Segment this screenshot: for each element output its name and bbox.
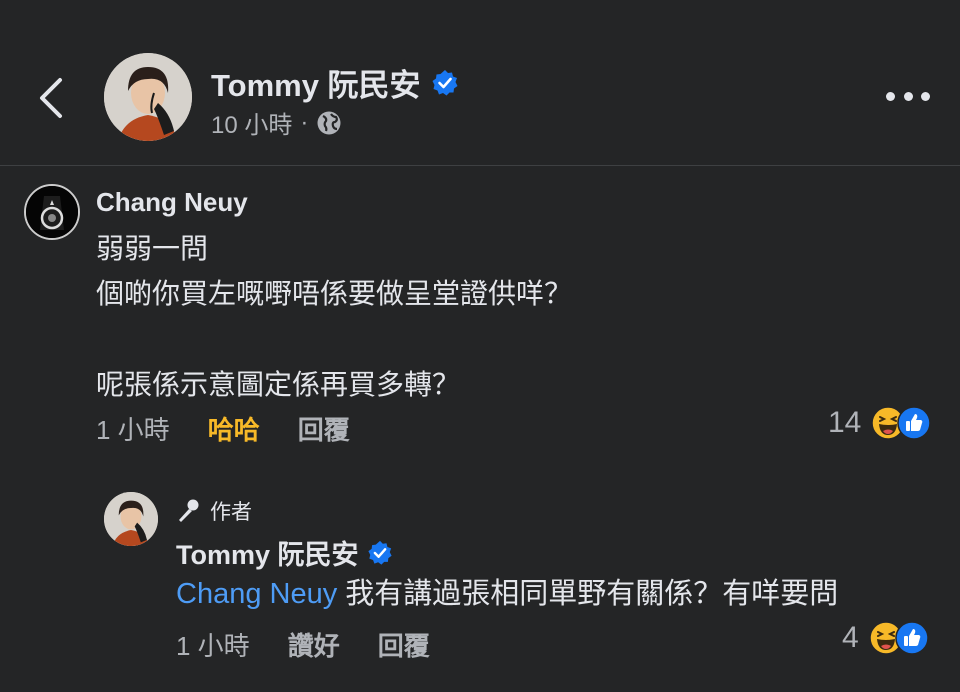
reply-text: Chang Neuy 我有講過張相同單野有關係？有咩要問 — [176, 570, 838, 612]
haha-reaction-button[interactable]: 哈哈 — [208, 410, 260, 447]
post-meta: 10 小時 · — [211, 105, 342, 140]
globe-icon — [317, 111, 341, 134]
comment-text: 弱弱一問 個啲你買左嘅嘢唔係要做呈堂證供咩？ 呢張係示意圖定係再買多轉？ — [96, 226, 572, 407]
like-icon — [894, 621, 929, 655]
commenter-name[interactable]: Chang Neuy — [96, 187, 248, 218]
reply-author-row[interactable]: Tommy 阮民安 — [176, 533, 393, 572]
author-avatar[interactable] — [104, 53, 192, 141]
chevron-left-icon — [40, 78, 62, 118]
author-name[interactable]: Tommy 阮民安 — [211, 60, 421, 105]
back-button[interactable] — [34, 74, 70, 122]
verified-badge-icon — [367, 540, 392, 565]
reply-author-name[interactable]: Tommy 阮民安 — [176, 533, 359, 572]
reply-actions: 1 小時 讚好 回覆 — [176, 626, 468, 663]
comment-line — [96, 316, 572, 362]
like-icon — [897, 406, 932, 440]
more-options-button[interactable] — [886, 92, 930, 104]
commenter-avatar[interactable] — [24, 184, 80, 240]
comment-line: 個啲你買左嘅嘢唔係要做呈堂證供咩？ — [96, 278, 573, 309]
reaction-count: 14 — [828, 406, 862, 439]
comment-line: 弱弱一問 — [96, 233, 209, 264]
author-badge: 作者 — [176, 496, 252, 526]
reply-body: 我有講過張相同單野有關係？有咩要問 — [337, 578, 839, 610]
microphone-icon — [179, 499, 199, 522]
meta-separator: · — [300, 108, 309, 136]
like-button[interactable]: 讚好 — [288, 626, 340, 663]
mention-link[interactable]: Chang Neuy — [176, 578, 337, 610]
comment-reactions[interactable]: 14 — [828, 406, 932, 440]
comment-time[interactable]: 1 小時 — [96, 410, 170, 447]
verified-badge-icon — [432, 69, 458, 95]
author-badge-label: 作者 — [210, 501, 252, 524]
post-header: Tommy 阮民安 10 小時 · — [0, 0, 960, 166]
reply-button[interactable]: 回覆 — [298, 410, 350, 447]
reply-reactions[interactable]: 4 — [842, 621, 929, 655]
author-name-row[interactable]: Tommy 阮民安 — [211, 60, 459, 105]
reaction-count: 4 — [842, 621, 859, 654]
reply-reply-button[interactable]: 回覆 — [378, 626, 430, 663]
more-dots-icon — [886, 92, 895, 101]
comment-line: 呢張係示意圖定係再買多轉？ — [96, 369, 461, 400]
reply-author-avatar[interactable] — [104, 492, 158, 546]
comment-actions: 1 小時 哈哈 回覆 — [96, 410, 388, 447]
reply-time[interactable]: 1 小時 — [176, 626, 250, 663]
post-time[interactable]: 10 小時 — [211, 105, 292, 140]
